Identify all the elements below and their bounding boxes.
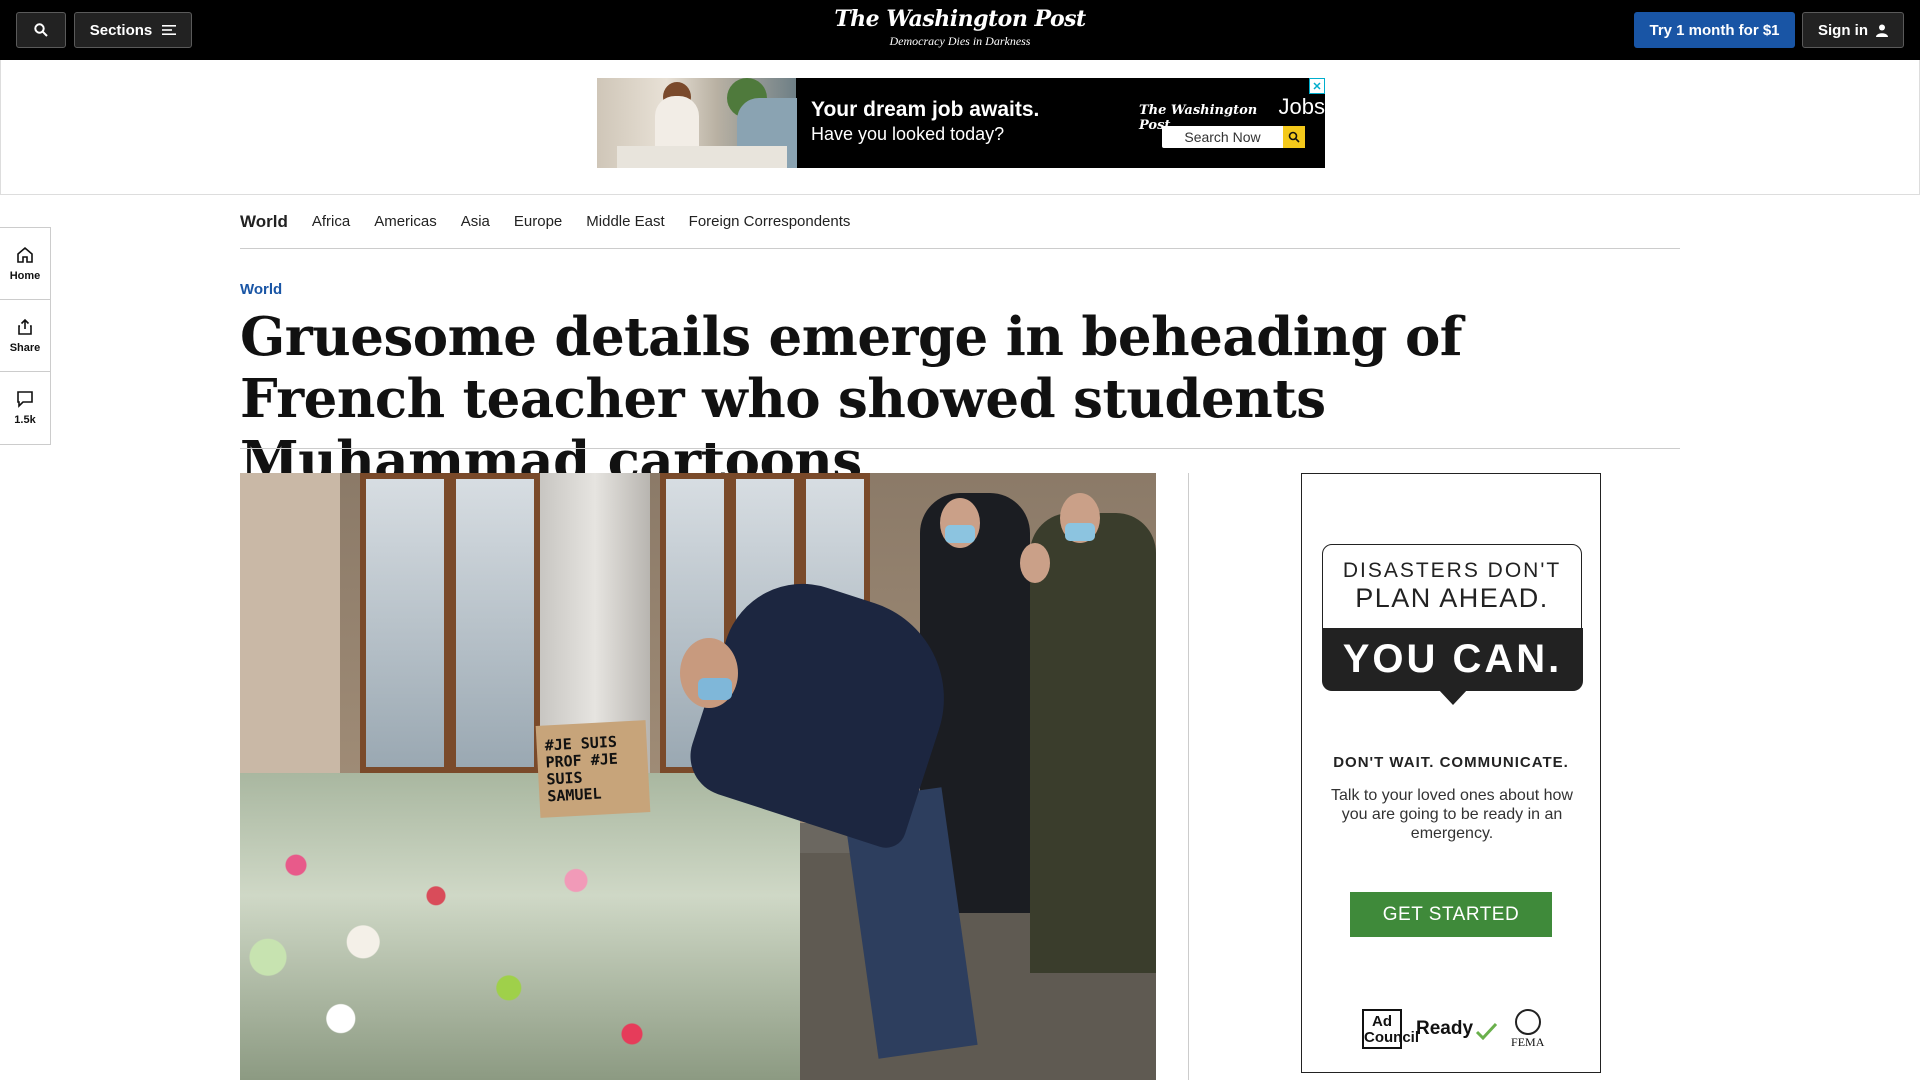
subnav-item-africa[interactable]: Africa — [312, 213, 350, 230]
home-label: Home — [9, 269, 41, 282]
sign-in-label: Sign in — [1818, 21, 1868, 39]
article-headline: Gruesome details emerge in beheading of … — [240, 306, 1463, 492]
site-tagline: Democracy Dies in Darkness — [889, 34, 1031, 48]
masthead[interactable]: The Washington Post Democracy Dies in Da… — [760, 4, 1160, 48]
ad-sponsor-logos: Ad Council Ready FEMA — [1362, 1004, 1562, 1054]
comments-count: 1.5k — [14, 414, 36, 426]
sign-in-button[interactable]: Sign in — [1802, 12, 1904, 48]
ad-cta-heading: DON'T WAIT. COMMUNICATE. — [1333, 754, 1569, 771]
subnav-item-middle-east[interactable]: Middle East — [586, 213, 664, 230]
ad-council-logo: Ad Council — [1362, 1009, 1419, 1049]
ad-search-icon — [1283, 126, 1305, 148]
ad-line-2: PLAN AHEAD. — [1355, 583, 1549, 613]
subscribe-button[interactable]: Try 1 month for $1 — [1634, 12, 1795, 48]
ad-body-text: Talk to your loved ones about how you ar… — [1331, 787, 1573, 842]
fema-logo: FEMA — [1511, 1008, 1545, 1050]
fema-logo-text: FEMA — [1511, 1034, 1545, 1049]
adchoices-icon[interactable] — [1309, 78, 1325, 94]
ad-line-1: DISASTERS DON'T — [1342, 559, 1562, 582]
left-action-rail: Home Share 1.5k — [0, 227, 51, 445]
column-divider — [1188, 473, 1189, 1080]
ad-search-label: Search Now — [1184, 129, 1261, 145]
ad-headline: Your dream job awaits. — [811, 98, 1040, 121]
ad-speech-bubble: DISASTERS DON'T PLAN AHEAD. YOU CAN. — [1322, 544, 1583, 705]
search-button[interactable] — [16, 12, 66, 48]
site-logo[interactable]: The Washington Post — [760, 4, 1160, 34]
sections-label: Sections — [89, 21, 153, 39]
comments-button[interactable]: 1.5k — [0, 372, 50, 444]
sections-menu-button[interactable]: Sections — [74, 12, 192, 48]
ad-subline: Have you looked today? — [811, 124, 1005, 144]
ready-logo-text: Ready — [1416, 1018, 1474, 1039]
ad-search-now-button[interactable]: Search Now — [1162, 126, 1305, 148]
home-icon — [17, 246, 33, 263]
checkmark-icon — [1475, 1022, 1498, 1040]
share-button[interactable]: Share — [0, 300, 50, 372]
ad-get-started-button[interactable]: GET STARTED — [1350, 892, 1552, 937]
ready-logo: Ready — [1416, 1018, 1498, 1040]
subnav-item-americas[interactable]: Americas — [374, 213, 437, 230]
subnav-item-world[interactable]: World — [240, 212, 288, 232]
user-icon — [1876, 24, 1888, 37]
leaderboard-ad-container: Your dream job awaits. Have you looked t… — [0, 60, 1920, 195]
share-label: Share — [9, 341, 41, 354]
ad-brand-suffix: Jobs — [1278, 94, 1325, 119]
subnav-item-foreign-correspondents[interactable]: Foreign Correspondents — [689, 213, 851, 230]
fema-seal-icon — [1514, 1008, 1541, 1035]
subnav-item-asia[interactable]: Asia — [461, 213, 490, 230]
article-lead-photo[interactable]: #JE SUIS PROF #JE SUIS SAMUEL — [240, 473, 1156, 1080]
headline-divider — [240, 448, 1680, 449]
top-navigation-bar: Sections The Washington Post Democracy D… — [0, 0, 1920, 60]
ad-line-3: YOU CAN. — [1322, 628, 1583, 691]
subnav-item-europe[interactable]: Europe — [514, 213, 562, 230]
comment-icon — [17, 391, 33, 408]
share-icon — [18, 318, 32, 335]
sidebar-ad[interactable]: DISASTERS DON'T PLAN AHEAD. YOU CAN. DON… — [1301, 473, 1601, 1073]
hamburger-icon — [162, 25, 177, 35]
home-button[interactable]: Home — [0, 228, 50, 300]
article-kicker[interactable]: World — [240, 281, 282, 298]
search-icon — [34, 23, 48, 37]
jobs-ad-banner[interactable]: Your dream job awaits. Have you looked t… — [597, 78, 1325, 168]
ad-handshake-photo — [597, 78, 797, 168]
photo-protest-sign: #JE SUIS PROF #JE SUIS SAMUEL — [535, 720, 651, 818]
section-subnav: World Africa Americas Asia Europe Middle… — [240, 195, 1680, 249]
